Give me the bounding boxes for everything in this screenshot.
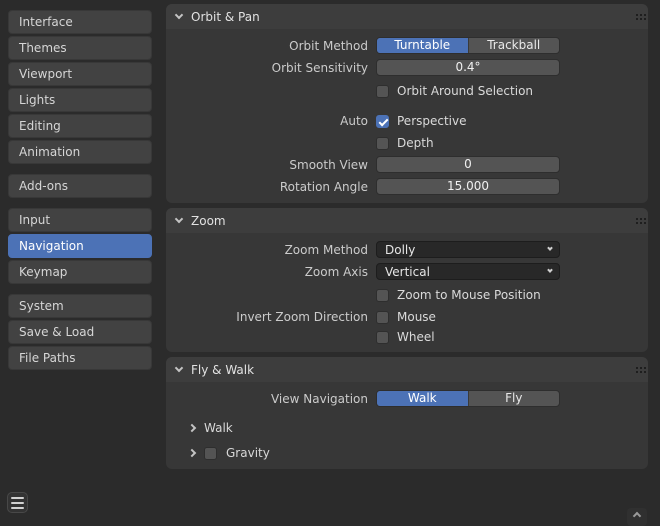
rotation-angle-label: Rotation Angle <box>166 180 376 194</box>
chevron-up-icon <box>633 512 641 520</box>
orbit-method-segmented: Turntable Trackball <box>376 37 560 54</box>
auto-depth-row: Depth <box>166 136 648 150</box>
orbit-around-selection-checkbox[interactable] <box>376 85 389 98</box>
chevron-right-icon <box>188 424 196 432</box>
view-navigation-walk-button[interactable]: Walk <box>377 391 468 406</box>
sidebar-item-addons[interactable]: Add-ons <box>8 174 152 198</box>
hamburger-menu-icon <box>11 497 24 499</box>
orbit-sensitivity-field[interactable]: 0.4° <box>376 59 560 76</box>
view-navigation-row: View Navigation Walk Fly <box>166 390 648 407</box>
zoom-to-mouse-row: Zoom to Mouse Position <box>166 288 648 302</box>
rotation-angle-row: Rotation Angle 15.000 <box>166 178 648 195</box>
orbit-around-selection-label: Orbit Around Selection <box>397 84 533 98</box>
preferences-nav-sidebar: Interface Themes Viewport Lights Editing… <box>8 10 152 380</box>
sidebar-item-keymap[interactable]: Keymap <box>8 260 152 284</box>
subpanel-walk-title: Walk <box>204 421 233 435</box>
nav-group-input: Input Navigation Keymap <box>8 208 152 284</box>
view-navigation-fly-button[interactable]: Fly <box>468 391 560 406</box>
zoom-axis-dropdown[interactable]: Vertical <box>376 263 560 280</box>
orbit-sensitivity-row: Orbit Sensitivity 0.4° <box>166 59 648 76</box>
auto-perspective-row: Auto Perspective <box>166 114 648 128</box>
chevron-down-icon <box>547 267 553 273</box>
sidebar-item-navigation[interactable]: Navigation <box>8 234 152 258</box>
panel-body-orbit-pan: Orbit Method Turntable Trackball Orbit S… <box>166 29 648 203</box>
panel-orbit-pan: Orbit & Pan Orbit Method Turntable Track… <box>166 4 648 203</box>
panel-fly-walk: Fly & Walk View Navigation Walk Fly Walk… <box>166 357 648 469</box>
drag-handle-icon[interactable] <box>636 218 638 220</box>
sidebar-item-animation[interactable]: Animation <box>8 140 152 164</box>
zoom-axis-label: Zoom Axis <box>166 265 376 279</box>
hamburger-menu-button[interactable] <box>7 492 28 513</box>
panel-body-zoom: Zoom Method Dolly Zoom Axis Vertical Zoo… <box>166 233 648 352</box>
panel-header-zoom[interactable]: Zoom <box>166 208 648 233</box>
nav-group-display: Interface Themes Viewport Lights Editing… <box>8 10 152 164</box>
panel-title-orbit-pan: Orbit & Pan <box>191 10 260 24</box>
nav-group-addons: Add-ons <box>8 174 152 198</box>
invert-zoom-wheel-checkbox[interactable] <box>376 331 389 344</box>
auto-depth-checkbox[interactable] <box>376 137 389 150</box>
gravity-checkbox[interactable] <box>204 447 217 460</box>
chevron-down-icon <box>547 245 553 251</box>
orbit-around-selection-row: Orbit Around Selection <box>166 84 648 98</box>
drag-handle-icon[interactable] <box>636 14 638 16</box>
sidebar-item-interface[interactable]: Interface <box>8 10 152 34</box>
sidebar-item-viewport[interactable]: Viewport <box>8 62 152 86</box>
panel-title-zoom: Zoom <box>191 214 226 228</box>
zoom-to-mouse-checkbox[interactable] <box>376 289 389 302</box>
smooth-view-field[interactable]: 0 <box>376 156 560 173</box>
scroll-up-indicator[interactable] <box>627 508 647 526</box>
orbit-method-row: Orbit Method Turntable Trackball <box>166 37 648 54</box>
invert-zoom-wheel-row: Wheel <box>166 330 648 344</box>
invert-zoom-wheel-label: Wheel <box>397 330 435 344</box>
zoom-method-label: Zoom Method <box>166 243 376 257</box>
smooth-view-row: Smooth View 0 <box>166 156 648 173</box>
zoom-method-value: Dolly <box>385 243 415 257</box>
drag-handle-icon[interactable] <box>636 367 638 369</box>
subpanel-gravity-title: Gravity <box>226 446 270 460</box>
orbit-method-label: Orbit Method <box>166 39 376 53</box>
sidebar-item-file-paths[interactable]: File Paths <box>8 346 152 370</box>
panel-header-fly-walk[interactable]: Fly & Walk <box>166 357 648 382</box>
view-navigation-label: View Navigation <box>166 392 376 406</box>
panel-body-fly-walk: View Navigation Walk Fly Walk Gravity <box>166 382 648 469</box>
auto-depth-label: Depth <box>397 136 434 150</box>
sidebar-item-themes[interactable]: Themes <box>8 36 152 60</box>
chevron-down-icon <box>175 215 183 223</box>
orbit-method-turntable-button[interactable]: Turntable <box>377 38 468 53</box>
preferences-main-region: Orbit & Pan Orbit Method Turntable Track… <box>166 4 648 474</box>
invert-zoom-mouse-row: Invert Zoom Direction Mouse <box>166 310 648 324</box>
zoom-method-dropdown[interactable]: Dolly <box>376 241 560 258</box>
smooth-view-label: Smooth View <box>166 158 376 172</box>
panel-zoom: Zoom Zoom Method Dolly Zoom Axis Vertica… <box>166 208 648 352</box>
orbit-sensitivity-label: Orbit Sensitivity <box>166 61 376 75</box>
zoom-axis-value: Vertical <box>385 265 430 279</box>
invert-zoom-mouse-checkbox[interactable] <box>376 311 389 324</box>
zoom-axis-row: Zoom Axis Vertical <box>166 263 648 280</box>
zoom-method-row: Zoom Method Dolly <box>166 241 648 258</box>
sidebar-item-save-load[interactable]: Save & Load <box>8 320 152 344</box>
view-navigation-segmented: Walk Fly <box>376 390 560 407</box>
chevron-down-icon <box>175 11 183 19</box>
zoom-to-mouse-label: Zoom to Mouse Position <box>397 288 541 302</box>
subpanel-gravity-header[interactable]: Gravity <box>166 445 648 461</box>
invert-zoom-mouse-label: Mouse <box>397 310 436 324</box>
panel-header-orbit-pan[interactable]: Orbit & Pan <box>166 4 648 29</box>
sidebar-item-system[interactable]: System <box>8 294 152 318</box>
nav-group-system: System Save & Load File Paths <box>8 294 152 370</box>
rotation-angle-field[interactable]: 15.000 <box>376 178 560 195</box>
chevron-right-icon <box>188 449 196 457</box>
chevron-down-icon <box>175 364 183 372</box>
panel-title-fly-walk: Fly & Walk <box>191 363 254 377</box>
subpanel-walk-header[interactable]: Walk <box>166 420 648 436</box>
auto-label: Auto <box>166 114 376 128</box>
orbit-method-trackball-button[interactable]: Trackball <box>468 38 560 53</box>
auto-perspective-label: Perspective <box>397 114 467 128</box>
sidebar-item-input[interactable]: Input <box>8 208 152 232</box>
sidebar-item-editing[interactable]: Editing <box>8 114 152 138</box>
invert-zoom-direction-label: Invert Zoom Direction <box>166 310 376 324</box>
sidebar-item-lights[interactable]: Lights <box>8 88 152 112</box>
auto-perspective-checkbox[interactable] <box>376 115 389 128</box>
